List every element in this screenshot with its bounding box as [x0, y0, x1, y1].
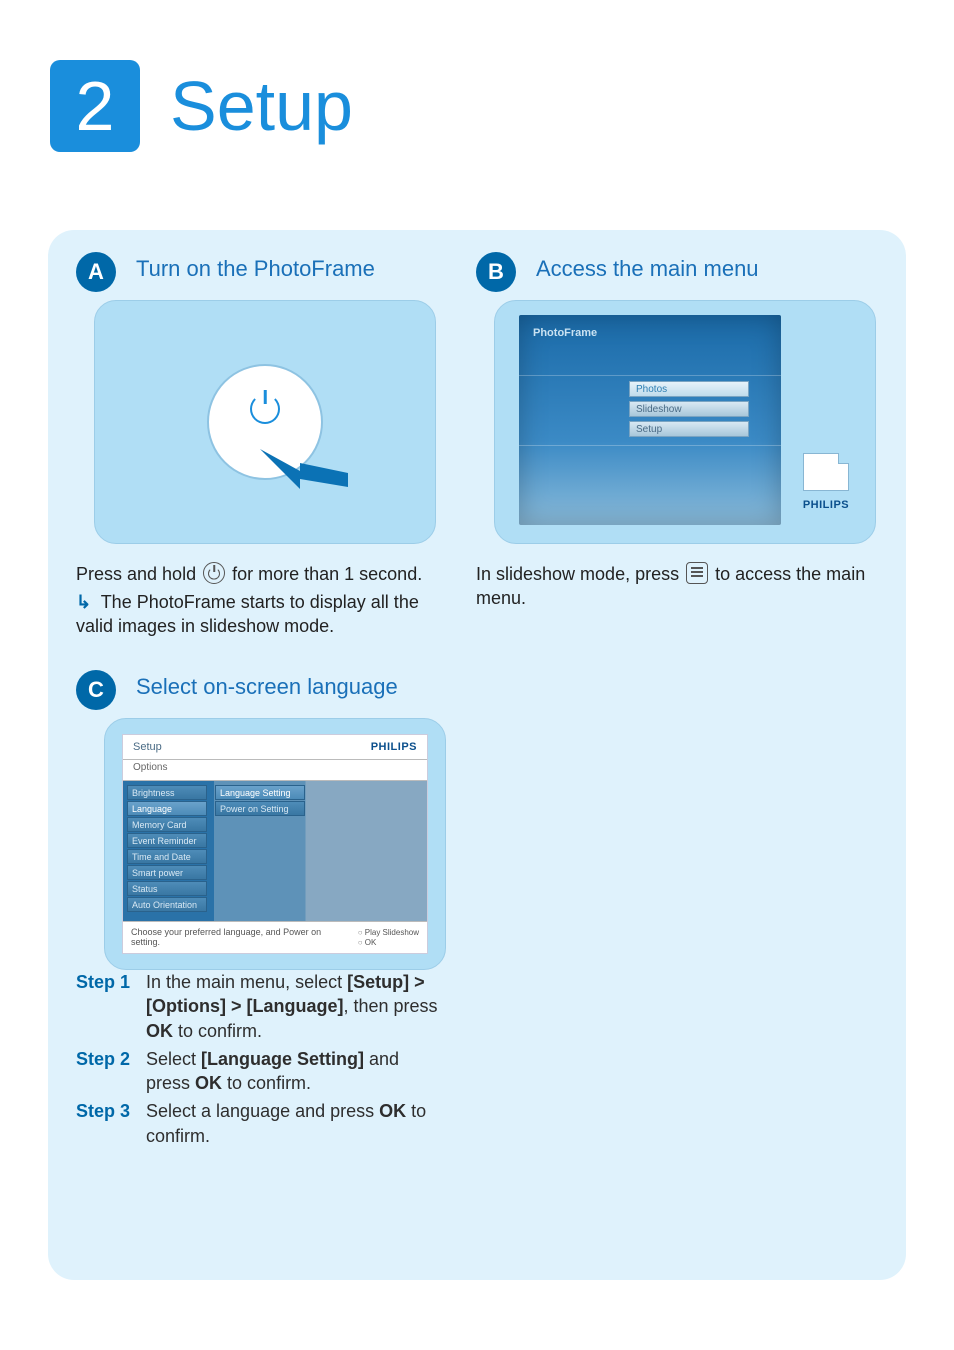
opt: Brightness [127, 785, 207, 800]
text: In slideshow mode, press [476, 564, 684, 584]
power-icon [250, 394, 280, 424]
section-b-title: Access the main menu [536, 256, 759, 282]
opt: Memory Card [127, 817, 207, 832]
text: Select [146, 1049, 201, 1069]
bold: OK [195, 1073, 222, 1093]
section-c-illustration: Setup PHILIPS Options Brightness Languag… [104, 718, 446, 970]
opt: Status [127, 881, 207, 896]
page-title: Setup [170, 66, 353, 146]
divider [519, 375, 781, 376]
step-label: Step 1 [76, 970, 146, 1043]
setup-header: Setup PHILIPS [123, 735, 427, 760]
setup-screen: Setup PHILIPS Options Brightness Languag… [123, 735, 427, 953]
text: Select a language and press [146, 1101, 379, 1121]
result-arrow-icon: ↳ [76, 590, 96, 614]
section-c-title: Select on-screen language [136, 674, 398, 700]
sd-card-icon [803, 453, 849, 491]
step-body: Select a language and press OK to confir… [146, 1099, 446, 1148]
section-c-steps: Step 1 In the main menu, select [Setup] … [76, 970, 446, 1152]
device-screen: PhotoFrame Photos Slideshow Setup [519, 315, 781, 525]
menu-item-setup: Setup [629, 421, 749, 437]
text: for more than 1 second. [232, 564, 422, 584]
step-number-badge: 2 [50, 60, 140, 152]
opt: Auto Orientation [127, 897, 207, 912]
divider [519, 445, 781, 446]
text: to confirm. [222, 1073, 311, 1093]
opt-selected: Language [127, 801, 207, 816]
section-a-illustration [94, 300, 436, 544]
bold: OK [146, 1021, 173, 1041]
step-3: Step 3 Select a language and press OK to… [76, 1099, 446, 1148]
step-body: Select [Language Setting] and press OK t… [146, 1047, 446, 1096]
text: Press and hold [76, 564, 201, 584]
power-icon-inline [203, 562, 225, 584]
setup-footer: Choose your preferred language, and Powe… [123, 921, 427, 952]
opt: Smart power [127, 865, 207, 880]
section-a-result: ↳ The PhotoFrame starts to display all t… [76, 590, 436, 639]
section-a-instruction: Press and hold for more than 1 second. [76, 562, 446, 586]
opt: Event Reminder [127, 833, 207, 848]
setup-header-brand: PHILIPS [371, 741, 417, 753]
menu-icon-inline [686, 562, 708, 584]
step-2: Step 2 Select [Language Setting] and pre… [76, 1047, 446, 1096]
text: The PhotoFrame starts to display all the… [76, 592, 419, 636]
brand-label: PHILIPS [795, 499, 857, 511]
step-label: Step 2 [76, 1047, 146, 1096]
section-a-title: Turn on the PhotoFrame [136, 256, 375, 282]
menu-item-slideshow: Slideshow [629, 401, 749, 417]
btn: OK [358, 938, 419, 947]
menu-item-photos: Photos [629, 381, 749, 397]
page: 2 Setup A Turn on the PhotoFrame Press a… [0, 0, 954, 1350]
step-1: Step 1 In the main menu, select [Setup] … [76, 970, 446, 1043]
section-b-letter: B [476, 252, 516, 292]
device-side-card: PHILIPS [795, 453, 857, 511]
setup-body: Brightness Language Memory Card Event Re… [123, 781, 427, 921]
subopt: Power on Setting [215, 801, 305, 816]
setup-buttons: Play Slideshow OK [358, 928, 419, 947]
section-c-letter: C [76, 670, 116, 710]
subopt-selected: Language Setting [215, 785, 305, 800]
step-label: Step 3 [76, 1099, 146, 1148]
page-header: 2 Setup [50, 60, 353, 152]
options-col-1: Brightness Language Memory Card Event Re… [127, 785, 207, 912]
press-arrow-icon [260, 449, 350, 499]
opt: Time and Date [127, 849, 207, 864]
step-body: In the main menu, select [Setup] > [Opti… [146, 970, 446, 1043]
btn: Play Slideshow [358, 928, 419, 937]
text: to confirm. [173, 1021, 262, 1041]
setup-hint: Choose your preferred language, and Powe… [131, 927, 350, 947]
bold: OK [379, 1101, 406, 1121]
section-b-instruction: In slideshow mode, press to access the m… [476, 562, 866, 611]
bold: [Language Setting] [201, 1049, 364, 1069]
screen-label: PhotoFrame [533, 327, 597, 339]
content-panel: A Turn on the PhotoFrame Press and hold … [48, 230, 906, 1280]
section-b-illustration: PhotoFrame Photos Slideshow Setup PHILIP… [494, 300, 876, 544]
section-a-letter: A [76, 252, 116, 292]
options-col-2: Language Setting Power on Setting [215, 785, 305, 816]
setup-subheader: Options [123, 760, 427, 781]
text: In the main menu, select [146, 972, 347, 992]
setup-header-left: Setup [133, 741, 162, 753]
text: , then press [344, 996, 438, 1016]
